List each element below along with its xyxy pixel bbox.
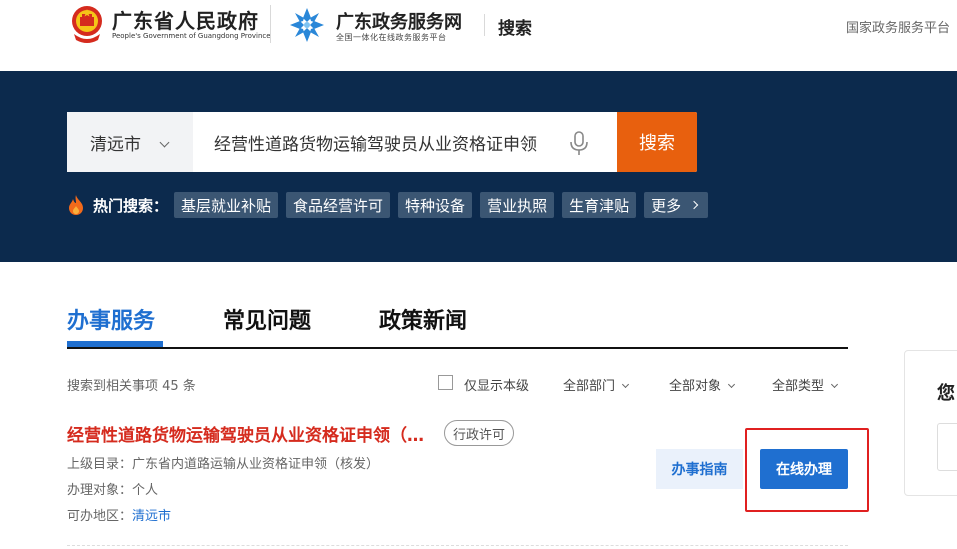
tab-faq[interactable]: 常见问题 bbox=[223, 303, 311, 335]
result-count: 搜索到相关事项 45 条 bbox=[67, 379, 196, 394]
national-platform-link[interactable]: 国家政务服务平台 bbox=[846, 17, 950, 36]
chevron-down-icon bbox=[621, 380, 630, 389]
active-tab-indicator bbox=[67, 341, 163, 347]
fire-icon bbox=[69, 195, 83, 215]
result-tabs: 办事服务 常见问题 政策新闻 bbox=[67, 303, 848, 349]
hot-search-row: 热门搜索： 基层就业补贴 食品经营许可 特种设备 营业执照 生育津贴 更多 bbox=[67, 192, 716, 218]
city-label: 清远市 bbox=[90, 134, 141, 155]
tab-services[interactable]: 办事服务 bbox=[67, 303, 155, 335]
chevron-down-icon bbox=[727, 380, 736, 389]
item-parent-directory: 上级目录：广东省内道路运输从业资格证申领（核发） bbox=[67, 453, 379, 472]
service-guide-button[interactable]: 办事指南 bbox=[656, 449, 743, 489]
city-select[interactable]: 清远市 bbox=[67, 112, 193, 172]
department-filter-label: 全部部门 bbox=[563, 379, 616, 394]
target-filter[interactable]: 全部对象 bbox=[669, 375, 736, 394]
only-this-level-checkbox[interactable] bbox=[438, 375, 453, 390]
item-divider bbox=[67, 545, 848, 546]
side-panel: 您 bbox=[904, 350, 957, 496]
divider bbox=[484, 14, 485, 36]
online-handle-button[interactable]: 在线办理 bbox=[760, 449, 848, 489]
page-title: 搜索 bbox=[498, 19, 532, 39]
search-banner: 清远市 搜索 热门搜索： 基层就业补贴 食品经营许可 特种设备 营业执照 生育津… bbox=[0, 71, 957, 262]
hot-tag[interactable]: 食品经营许可 bbox=[286, 192, 391, 218]
result-item-title[interactable]: 经营性道路货物运输驾驶员从业资格证申领（核发） bbox=[67, 421, 433, 446]
portal-subtitle: 全国一体化在线政务服务平台 bbox=[336, 33, 447, 42]
region-link[interactable]: 清远市 bbox=[132, 509, 171, 524]
top-header: 广东省人民政府 People's Government of Guangdong… bbox=[0, 0, 957, 71]
type-filter[interactable]: 全部类型 bbox=[772, 375, 839, 394]
item-type-badge: 行政许可 bbox=[444, 420, 515, 446]
more-label: 更多 bbox=[651, 196, 682, 215]
hot-tag[interactable]: 生育津贴 bbox=[562, 192, 637, 218]
type-filter-label: 全部类型 bbox=[772, 379, 825, 394]
chevron-down-icon bbox=[830, 380, 839, 389]
only-this-level-label[interactable]: 仅显示本级 bbox=[464, 375, 529, 394]
item-target: 办理对象：个人 bbox=[67, 479, 158, 498]
side-panel-input[interactable] bbox=[937, 423, 957, 471]
national-emblem-icon bbox=[72, 6, 102, 43]
gov-title[interactable]: 广东省人民政府 bbox=[112, 5, 259, 34]
chevron-right-icon bbox=[689, 200, 699, 210]
side-panel-text: 您 bbox=[937, 383, 955, 404]
region-label: 可办地区： bbox=[67, 509, 133, 524]
gd-portal-logo-icon bbox=[290, 8, 324, 42]
chevron-down-icon bbox=[159, 137, 170, 148]
parent-value: 广东省内道路运输从业资格证申领（核发） bbox=[132, 457, 380, 472]
hot-search-label: 热门搜索： bbox=[93, 196, 169, 215]
portal-title[interactable]: 广东政务服务网 bbox=[336, 8, 462, 34]
hot-tag[interactable]: 特种设备 bbox=[398, 192, 473, 218]
search-button[interactable]: 搜索 bbox=[617, 112, 697, 172]
divider bbox=[270, 5, 271, 43]
parent-label: 上级目录： bbox=[67, 457, 133, 472]
search-bar: 清远市 搜索 bbox=[67, 112, 697, 172]
microphone-icon[interactable] bbox=[567, 130, 591, 156]
gov-subtitle: People's Government of Guangdong Provinc… bbox=[112, 32, 271, 40]
department-filter[interactable]: 全部部门 bbox=[563, 375, 630, 394]
target-value: 个人 bbox=[132, 483, 159, 498]
target-filter-label: 全部对象 bbox=[669, 379, 722, 394]
item-region: 可办地区：清远市 bbox=[67, 505, 171, 524]
hot-tag[interactable]: 基层就业补贴 bbox=[174, 192, 279, 218]
hot-tag[interactable]: 营业执照 bbox=[480, 192, 555, 218]
tab-policy-news[interactable]: 政策新闻 bbox=[379, 303, 467, 335]
more-button[interactable]: 更多 bbox=[644, 192, 709, 218]
target-label: 办理对象： bbox=[67, 483, 133, 498]
search-input[interactable] bbox=[214, 112, 562, 172]
